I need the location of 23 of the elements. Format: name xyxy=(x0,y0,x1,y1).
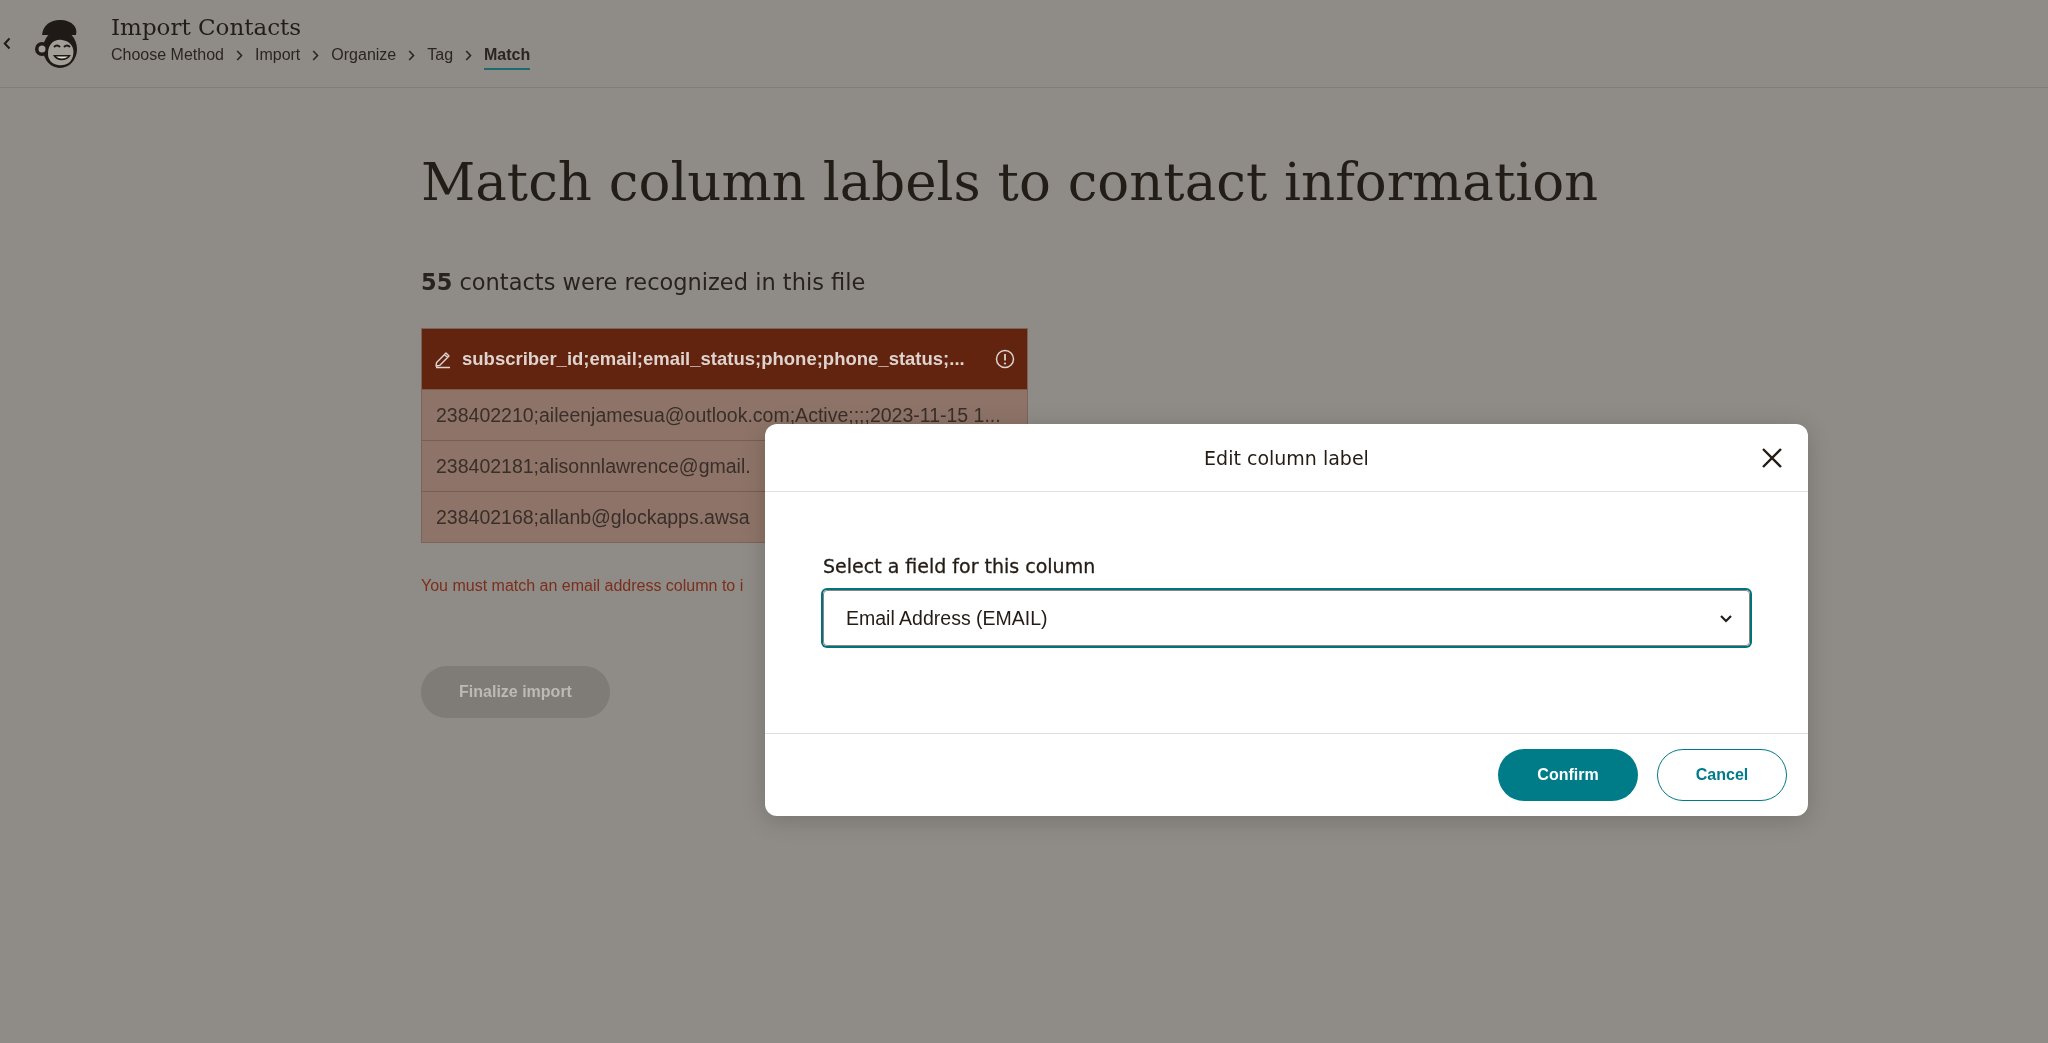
main-heading: Match column labels to contact information xyxy=(421,150,1599,214)
page-title: Import Contacts xyxy=(111,12,303,41)
chevron-down-icon xyxy=(1719,613,1733,623)
breadcrumb-link[interactable]: Import xyxy=(254,44,301,70)
error-message: You must match an email address column to i xyxy=(421,576,744,596)
chevron-right-icon xyxy=(465,49,473,61)
alert-icon xyxy=(995,349,1015,369)
modal-title: Edit column label xyxy=(1204,446,1369,469)
field-label: Select a field for this column xyxy=(823,554,1097,578)
contacts-count-text: 55 contacts were recognized in this file xyxy=(421,268,866,296)
breadcrumb-link[interactable]: Choose Method xyxy=(111,44,224,70)
breadcrumb-link[interactable]: Match xyxy=(484,44,531,70)
breadcrumb-link[interactable]: Organize xyxy=(331,44,397,70)
chevron-right-icon xyxy=(235,49,243,61)
chevron-right-icon xyxy=(408,49,416,61)
back-icon[interactable] xyxy=(3,37,11,50)
chevron-right-icon xyxy=(312,49,320,61)
confirm-button[interactable]: Confirm xyxy=(1498,749,1638,801)
close-icon[interactable] xyxy=(1761,447,1783,469)
column-header[interactable]: subscriber_id;email;email_status;phone;phone_status;... xyxy=(422,329,1027,389)
select-field[interactable]: Email Address (EMAIL) xyxy=(823,590,1750,646)
cancel-button[interactable]: Cancel xyxy=(1657,749,1787,801)
breadcrumb-link[interactable]: Tag xyxy=(427,44,454,70)
